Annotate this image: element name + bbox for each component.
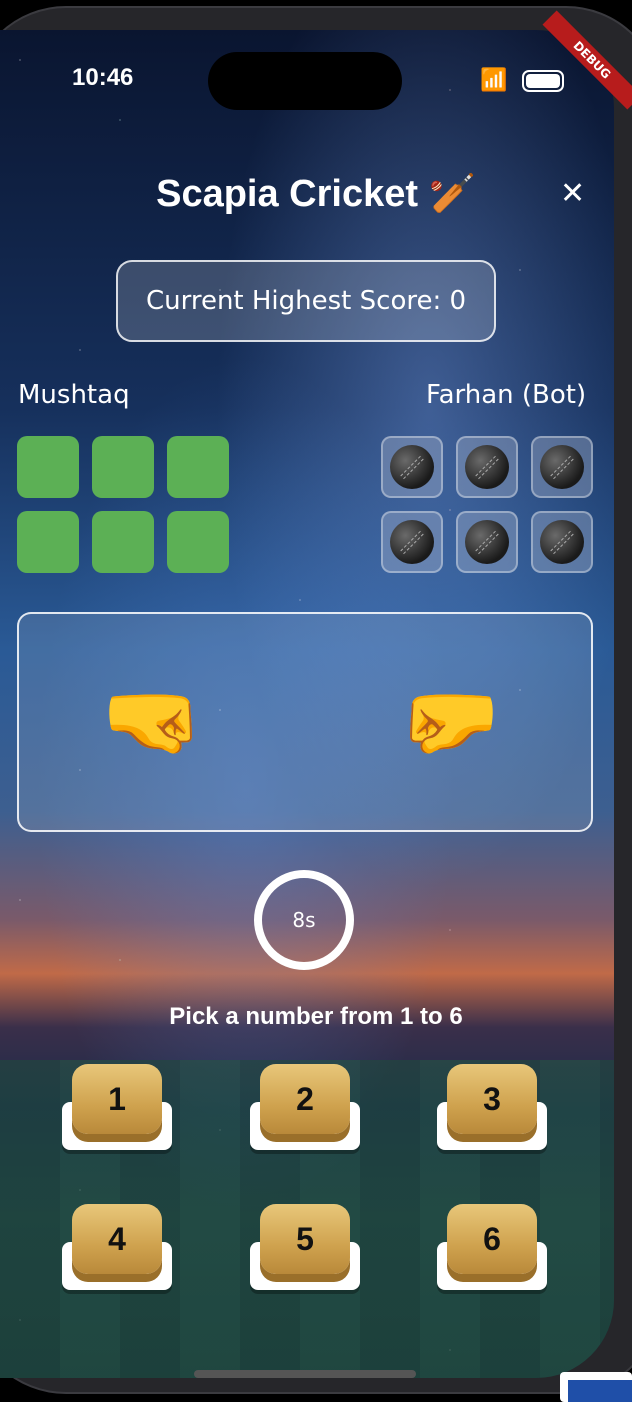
number-button-5[interactable]: 5: [250, 1204, 360, 1294]
number-button-3[interactable]: 3: [437, 1064, 547, 1154]
highest-score-label: Current Highest Score: 0: [145, 286, 467, 316]
fist-icon: 🤜: [399, 674, 502, 769]
page-title: Scapia Cricket 🏏: [156, 173, 476, 215]
close-icon[interactable]: ✕: [560, 176, 585, 211]
countdown-timer: 8s: [254, 870, 354, 970]
hands-display-panel: 🤜 🤜: [17, 612, 593, 832]
number-label: 2: [260, 1064, 350, 1134]
wicket-cell: [381, 436, 443, 498]
wicket-cell: [456, 436, 518, 498]
pick-number-prompt: Pick a number from 1 to 6: [169, 1003, 463, 1030]
cricket-ball-icon: [390, 520, 434, 564]
number-button-4[interactable]: 4: [62, 1204, 172, 1294]
battery-icon: [522, 70, 564, 92]
wicket-cell: [17, 511, 79, 573]
number-label: 5: [260, 1204, 350, 1274]
wicket-cell: [456, 511, 518, 573]
player-right-wickets-grid: [381, 436, 593, 573]
number-label: 1: [72, 1064, 162, 1134]
wicket-cell: [167, 511, 229, 573]
status-time: 10:46: [72, 64, 134, 91]
dynamic-island: [208, 52, 402, 110]
number-label: 3: [447, 1064, 537, 1134]
cricket-ball-icon: [465, 520, 509, 564]
cricket-ball-icon: [540, 520, 584, 564]
home-indicator[interactable]: [194, 1370, 416, 1378]
fist-icon: 🤜: [101, 674, 204, 769]
wifi-icon: 📶: [480, 68, 508, 93]
timer-value: 8s: [292, 908, 316, 932]
wicket-cell: [531, 511, 593, 573]
number-button-2[interactable]: 2: [250, 1064, 360, 1154]
wicket-cell: [167, 436, 229, 498]
wicket-cell: [381, 511, 443, 573]
player-right-name: Farhan (Bot): [426, 380, 587, 410]
number-label: 4: [72, 1204, 162, 1274]
cricket-ball-icon: [465, 445, 509, 489]
cricket-ball-icon: [540, 445, 584, 489]
cricket-ball-icon: [390, 445, 434, 489]
player-left-name: Mushtaq: [18, 380, 130, 410]
screenshot-thumbnail[interactable]: [560, 1372, 632, 1402]
highest-score-box: Current Highest Score: 0: [116, 260, 496, 342]
player-left-wickets-grid: [17, 436, 229, 573]
wicket-cell: [17, 436, 79, 498]
wicket-cell: [92, 436, 154, 498]
number-label: 6: [447, 1204, 537, 1274]
number-button-6[interactable]: 6: [437, 1204, 547, 1294]
number-button-1[interactable]: 1: [62, 1064, 172, 1154]
wicket-cell: [92, 511, 154, 573]
wicket-cell: [531, 436, 593, 498]
